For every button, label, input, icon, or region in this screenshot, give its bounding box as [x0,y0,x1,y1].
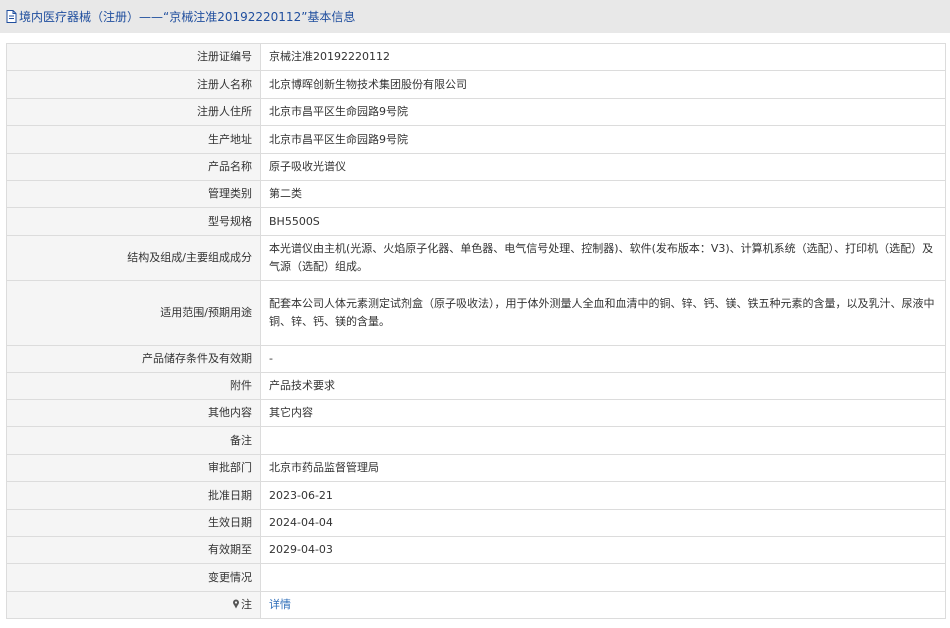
table-row: 注册证编号 京械注准20192220112 [6,43,946,71]
note-label: 注 [241,598,252,611]
row-label: 有效期至 [6,536,261,564]
page-header: 境内医疗器械（注册）——“京械注准20192220112”基本信息 [0,0,950,33]
table-row: 批准日期 2023-06-21 [6,481,946,510]
row-value: 其它内容 [260,399,946,427]
row-value [260,563,946,592]
row-label: 变更情况 [6,563,261,592]
row-value: 第二类 [260,180,946,208]
row-value: - [260,345,946,373]
details-link[interactable]: 详情 [269,598,291,611]
table-row: 有效期至 2029-04-03 [6,536,946,564]
row-value: 北京市药品监督管理局 [260,454,946,482]
row-label: 附件 [6,372,261,400]
table-row: 变更情况 [6,563,946,592]
row-label: 注册人住所 [6,98,261,126]
table-row: 适用范围/预期用途 配套本公司人体元素测定试剂盒（原子吸收法），用于体外测量人全… [6,280,946,346]
row-value: 详情 [260,591,946,619]
row-label: 生产地址 [6,125,261,154]
row-value: 2024-04-04 [260,509,946,537]
row-value: 原子吸收光谱仪 [260,153,946,181]
table-row: 产品名称 原子吸收光谱仪 [6,153,946,181]
table-row: 生产地址 北京市昌平区生命园路9号院 [6,125,946,154]
row-label: 型号规格 [6,207,261,236]
row-label: 生效日期 [6,509,261,537]
row-value: 北京市昌平区生命园路9号院 [260,125,946,154]
row-label: 注 [6,591,261,619]
table-row: 审批部门 北京市药品监督管理局 [6,454,946,482]
table-row: 其他内容 其它内容 [6,399,946,427]
table-row: 产品储存条件及有效期 - [6,345,946,373]
row-label: 管理类别 [6,180,261,208]
row-label: 产品储存条件及有效期 [6,345,261,373]
table-row: 型号规格 BH5500S [6,207,946,236]
table-row: 附件 产品技术要求 [6,372,946,400]
table-row: 注 详情 [6,591,946,619]
table-row: 结构及组成/主要组成成分 本光谱仪由主机(光源、火焰原子化器、单色器、电气信号处… [6,235,946,281]
row-label: 注册证编号 [6,43,261,71]
row-value: BH5500S [260,207,946,236]
row-label: 适用范围/预期用途 [6,280,261,346]
row-value [260,426,946,455]
row-value: 北京市昌平区生命园路9号院 [260,98,946,126]
basic-info-table: 注册证编号 京械注准20192220112 注册人名称 北京博晖创新生物技术集团… [6,43,946,619]
row-label: 结构及组成/主要组成成分 [6,235,261,281]
row-value: 2029-04-03 [260,536,946,564]
row-value: 配套本公司人体元素测定试剂盒（原子吸收法），用于体外测量人全血和血清中的铜、锌、… [260,280,946,346]
row-label: 产品名称 [6,153,261,181]
row-label: 其他内容 [6,399,261,427]
table-row: 管理类别 第二类 [6,180,946,208]
row-label: 批准日期 [6,481,261,510]
table-row: 注册人名称 北京博晖创新生物技术集团股份有限公司 [6,70,946,99]
row-label: 备注 [6,426,261,455]
row-value: 京械注准20192220112 [260,43,946,71]
row-value: 2023-06-21 [260,481,946,510]
table-row: 生效日期 2024-04-04 [6,509,946,537]
pin-icon [232,597,240,609]
row-value: 本光谱仪由主机(光源、火焰原子化器、单色器、电气信号处理、控制器)、软件(发布版… [260,235,946,281]
page-title: 境内医疗器械（注册）——“京械注准20192220112”基本信息 [19,10,356,24]
row-value: 产品技术要求 [260,372,946,400]
row-value: 北京博晖创新生物技术集团股份有限公司 [260,70,946,99]
table-row: 备注 [6,426,946,455]
table-row: 注册人住所 北京市昌平区生命园路9号院 [6,98,946,126]
row-label: 注册人名称 [6,70,261,99]
document-icon [6,10,17,23]
row-label: 审批部门 [6,454,261,482]
